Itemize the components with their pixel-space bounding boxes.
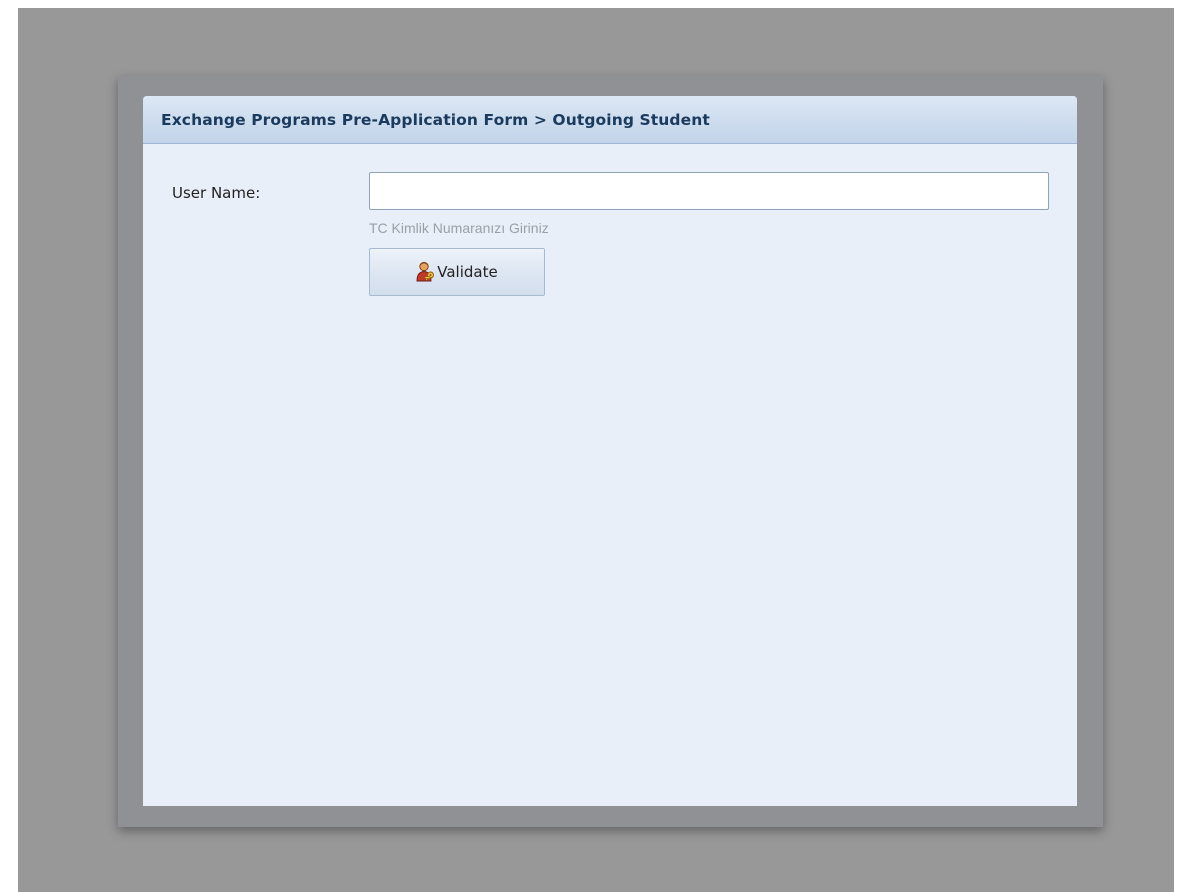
username-input[interactable] [369,172,1049,210]
user-key-icon [416,261,436,283]
username-hint: TC Kimlik Numaranızı Giriniz [369,220,549,236]
panel-title: Exchange Programs Pre-Application Form >… [161,110,710,129]
username-label: User Name: [172,184,261,202]
validate-button[interactable]: Validate [369,248,545,296]
form-panel: Exchange Programs Pre-Application Form >… [143,96,1077,806]
panel-header: Exchange Programs Pre-Application Form >… [143,96,1077,144]
validate-button-label: Validate [437,263,498,281]
